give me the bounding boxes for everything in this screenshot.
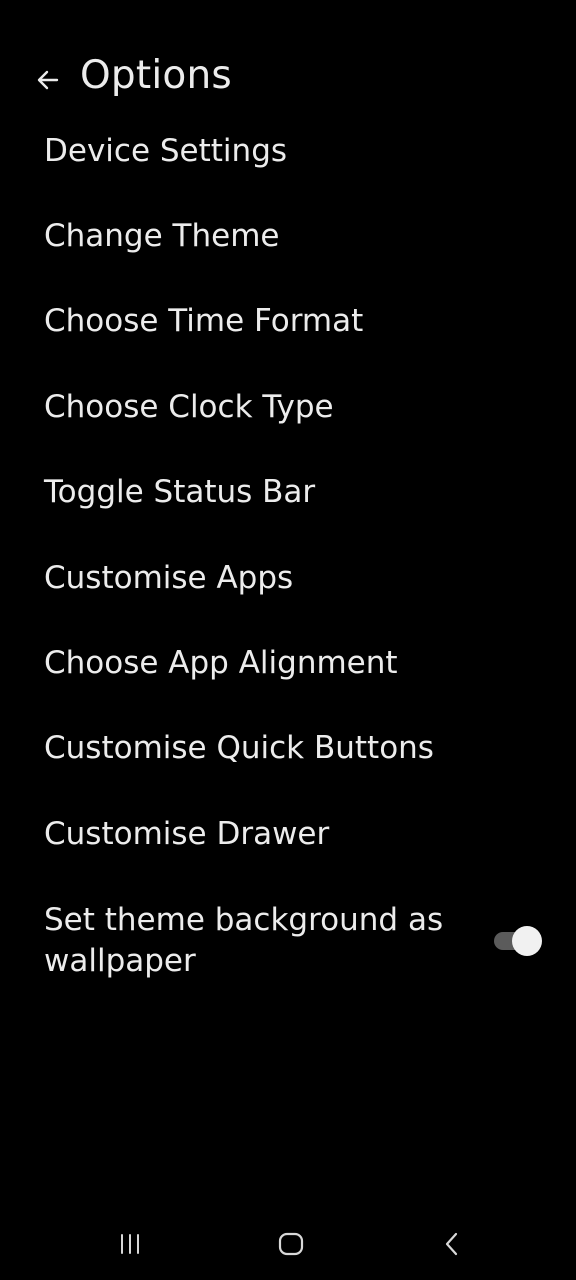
recent-apps-icon [121,1234,139,1254]
menu-item-label: Toggle Status Bar [44,474,316,511]
nav-back-button[interactable] [430,1224,474,1264]
menu-item-customise-apps[interactable]: Customise Apps [0,536,576,621]
menu-item-label: Change Theme [44,218,280,255]
menu-item-label: Device Settings [44,132,288,169]
wallpaper-setting-row[interactable]: Set theme background as wallpaper [0,898,576,988]
options-list: Device Settings Change Theme Choose Time… [0,109,576,878]
menu-item-choose-app-alignment[interactable]: Choose App Alignment [0,621,576,706]
page-title: Options [80,53,232,98]
home-icon [278,1232,304,1256]
menu-item-label: Choose Time Format [44,303,364,340]
menu-item-toggle-status-bar[interactable]: Toggle Status Bar [0,451,576,536]
wallpaper-toggle-switch[interactable] [492,926,544,956]
menu-item-change-theme[interactable]: Change Theme [0,194,576,279]
menu-item-label: Choose Clock Type [44,388,334,425]
menu-item-customise-quick-buttons[interactable]: Customise Quick Buttons [0,707,576,792]
wallpaper-setting-label: Set theme background as wallpaper [44,902,444,979]
header: Options [0,46,576,108]
recent-apps-button[interactable] [108,1224,152,1264]
home-button[interactable] [269,1224,313,1264]
menu-item-device-settings[interactable]: Device Settings [0,109,576,194]
arrow-left-icon [37,70,59,90]
system-navigation-bar [0,1206,576,1280]
menu-item-label: Customise Apps [44,559,294,596]
menu-item-choose-time-format[interactable]: Choose Time Format [0,280,576,365]
menu-item-choose-clock-type[interactable]: Choose Clock Type [0,365,576,450]
menu-item-customise-drawer[interactable]: Customise Drawer [0,792,576,877]
menu-item-label: Customise Drawer [44,815,330,852]
switch-thumb [512,926,542,956]
menu-item-label: Customise Quick Buttons [44,730,434,767]
back-chevron-icon [445,1232,458,1256]
menu-item-label: Choose App Alignment [44,645,398,682]
back-button[interactable] [28,60,68,100]
